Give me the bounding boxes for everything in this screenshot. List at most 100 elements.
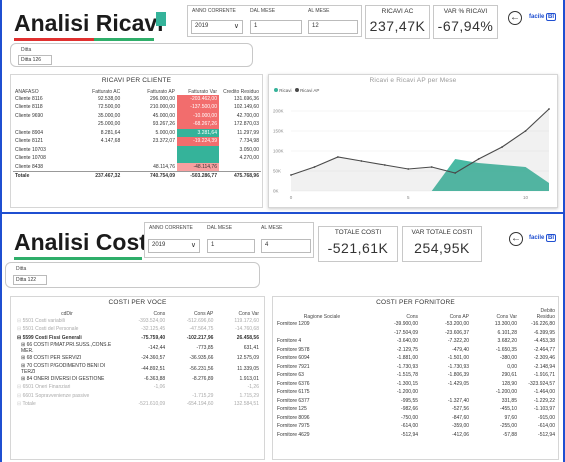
column-header[interactable]: Credito Residuo (219, 86, 261, 95)
slicer-value[interactable]: Ditta 122 (13, 275, 47, 285)
table-row[interactable]: ⊞ 66 COSTI P/MAT.PRI.SUSS.,CONS.E MER. -1… (15, 342, 261, 354)
table-cell: -203.462,00 (177, 94, 219, 103)
dal-mese-input[interactable]: 1 (207, 239, 255, 253)
ditta-slicer[interactable]: Ditta Ditta 126 (10, 43, 253, 67)
table-row[interactable]: Fornitore 125 -982,66 -527,56 -455,10 -1.103… (275, 405, 557, 414)
table-row[interactable]: Cliente 10703 3.050,00 (13, 145, 261, 155)
table-row[interactable]: Cliente 8118 72.500,00 210.000,00 -137.500,… (13, 103, 261, 112)
column-header[interactable]: Fatturato Var (177, 86, 219, 95)
data-point (454, 172, 457, 174)
table-row[interactable]: Fornitore 4629 -512,94 -412,06 -57,88 -512,9… (275, 431, 557, 440)
column-header[interactable]: cdDir (15, 308, 119, 317)
ditta-slicer[interactable]: Ditta Ditta 122 (5, 262, 260, 288)
area-chart[interactable]: 0K 50K 100K 150K 200K 0 5 10 (269, 95, 557, 207)
table-row[interactable]: Cliente 10708 4.270,00 (13, 154, 261, 163)
table-row[interactable]: Cliente 8438 48.114,76 -48.114,76 (13, 162, 261, 172)
table-cell: -915,00 (538, 414, 555, 421)
table-cell: -39.900,00 (394, 321, 419, 328)
table-cell (67, 146, 122, 155)
back-arrow-icon[interactable]: ← (508, 11, 522, 25)
table-cell (67, 154, 122, 163)
kpi-var-totale-costi: VAR TOTALE COSTI 254,95K (402, 226, 482, 262)
table-row[interactable]: Fornitore 63 -1.515,78 -1.806,39 290,61 -1.9… (275, 371, 557, 380)
column-header[interactable]: Cons Var (471, 308, 519, 320)
table-row[interactable]: ⊞ 68 COSTI PER SERVIZI -24.360,57 -36.935,… (15, 354, 261, 363)
data-point (501, 146, 503, 148)
table-row[interactable]: ⊟ 5501 Costi del Personale -32.125,45 -47.… (15, 325, 261, 334)
al-mese-input[interactable]: 12 (308, 20, 358, 34)
table-cell: -7.322,20 (447, 338, 470, 345)
table-cell: 3.682,20 (497, 338, 517, 345)
table-row[interactable]: 25.000,00 93.267,26 -68.267,26 172.870,03 (13, 120, 261, 129)
table-row[interactable]: ⊟ 6601 Sopravvenienze passive -1.715,29 1.… (15, 392, 261, 401)
ricavi-per-cliente-table: RICAVI PER CLIENTE ANAFASO Fatturato AC … (10, 74, 263, 208)
data-point (524, 130, 527, 132)
slicer-value[interactable]: Ditta 126 (18, 55, 52, 65)
table-cell: 4.270,00 (239, 155, 259, 162)
table-row[interactable]: Fornitore 7975 -614,00 -359,00 -255,00 -614,… (275, 422, 557, 431)
column-header[interactable]: Cons (119, 308, 167, 317)
column-header[interactable]: ANAFASO (13, 86, 67, 95)
column-header[interactable]: Ragione Sociale (275, 308, 369, 320)
column-header[interactable]: Fatturato AC (67, 86, 122, 95)
column-header[interactable]: Fatturato AP (122, 86, 177, 95)
dal-mese-input[interactable]: 1 (250, 20, 302, 34)
table-header: cdDir Cons Cons AP Cons Var (15, 308, 261, 317)
column-header[interactable]: Cons AP (167, 308, 215, 317)
anno-value: 2019 (152, 242, 166, 248)
table-cell: Fornitore 8096 (277, 414, 310, 421)
page-title-ricavi: Analisi Ricavi (14, 10, 164, 36)
table-cell: 296.000,00 (149, 95, 175, 102)
table-cell: ⊞ 70 COSTI P/GODIMENTO BENI DI TERZI (15, 363, 119, 375)
table-cell: -1.200,00 (396, 389, 419, 396)
table-row[interactable]: ⊟ 5501 Costi variabili -393.524,00 -512.69… (15, 317, 261, 326)
table-row[interactable]: Fornitore 6094 -1.881,00 -1.501,00 -380,00 -… (275, 354, 557, 363)
table-row[interactable]: ⊟ Totale -521.610,09 -654.194,60 132.584,51 (15, 400, 261, 409)
table-row[interactable]: Cliente 9690 35.000,00 45.000,00 -10.000,00… (13, 111, 261, 120)
table-cell: -1.300,15 (396, 380, 419, 387)
al-mese-input[interactable]: 4 (261, 239, 311, 253)
column-header[interactable]: Cons (369, 308, 420, 320)
table-row[interactable]: ⊟ 5599 Costi Fissi Generali -75.759,40 -10… (15, 334, 261, 343)
table-row[interactable]: ⊞ 70 COSTI P/GODIMENTO BENI DI TERZI -44.… (15, 363, 261, 375)
anno-dropdown[interactable]: 2019 ∨ (148, 239, 200, 253)
table-row[interactable]: Fornitore 8096 -750,00 -847,60 97,60 -915,00 (275, 414, 557, 423)
ricavi-chart-panel: Ricavi e Ricavi AP per Mese Ricavi Ricav… (268, 74, 558, 208)
anno-dropdown[interactable]: 2019 ∨ (191, 20, 243, 34)
table-row[interactable]: Fornitore 6175 -1.200,00 -1.200,00 -1.464,0… (275, 388, 557, 397)
table-row[interactable]: Cliente 8904 8.281,64 5.000,00 3.281,64 11.2… (13, 128, 261, 137)
table-row[interactable]: Fornitore 4 -3.640,00 -7.322,20 3.682,20 -4.… (275, 337, 557, 346)
table-cell: -1.327,40 (447, 397, 470, 404)
facile-bi-logo: facile BI (529, 13, 557, 21)
table-row[interactable]: ⊟ 6501 Oneri Finanziari -1,06 -1,26 (15, 383, 261, 392)
table-row[interactable]: Fornitore 6376 -1.300,15 -1.429,05 128,90 -3… (275, 380, 557, 389)
table-row[interactable]: Fornitore 9578 -2.129,75 -479,40 -1.650,35 -… (275, 346, 557, 355)
back-arrow-icon[interactable]: ← (509, 232, 523, 246)
table-cell: -847,60 (452, 414, 470, 421)
table-row[interactable]: Fornitore 7921 -1.730,93 -1.730,93 0,00 -2.1… (275, 363, 557, 372)
row-label: 5501 Costi del Personale (22, 326, 79, 333)
table-row[interactable]: Fornitore 1209 -39.900,00 -53.200,00 13.300… (275, 320, 557, 329)
column-header[interactable]: Cons Var (215, 308, 261, 317)
table-row[interactable]: Cliente 8116 92.538,00 296.000,00 -203.462,… (13, 94, 261, 103)
table-cell: -1.200,00 (495, 389, 517, 396)
table-cell: -75.759,40 (141, 334, 166, 341)
column-header[interactable]: Cons AP (420, 308, 471, 320)
table-cell: -1.464,00 (533, 389, 555, 396)
table-cell: -1.103,97 (533, 406, 555, 413)
fornitore-table: Ragione Sociale Cons Cons AP Cons Var De… (275, 308, 557, 439)
costi-per-voce-table: COSTI PER VOCE cdDir Cons Cons AP Cons V… (10, 296, 265, 460)
table-row[interactable]: Fornitore 6377 -995,55 -1.327,40 331,85 -1.2… (275, 397, 557, 406)
table-row[interactable]: Cliente 8121 4.147,68 23.372,07 -19.224,39 7… (13, 137, 261, 146)
table-row[interactable]: ⊞ 84 ONERI DIVERSI DI GESTIONE -6.363,88 -… (15, 375, 261, 384)
table-cell: -1.715,29 (192, 392, 214, 399)
anno-value: 2019 (195, 23, 209, 29)
table-cell: -521.610,09 (138, 401, 166, 408)
table-cell: -512.696,60 (186, 317, 214, 324)
table-cell: ⊟ 5501 Costi del Personale (15, 325, 119, 334)
column-header[interactable]: Debito Residuo (519, 308, 557, 320)
total-cell: -503.286,77 (177, 171, 219, 181)
table-cell (177, 145, 219, 154)
table-row[interactable]: -17.504,09 -23.606,37 6.101,28 -6.399,95 (275, 329, 557, 338)
y-tick-label: 0K (273, 189, 279, 194)
